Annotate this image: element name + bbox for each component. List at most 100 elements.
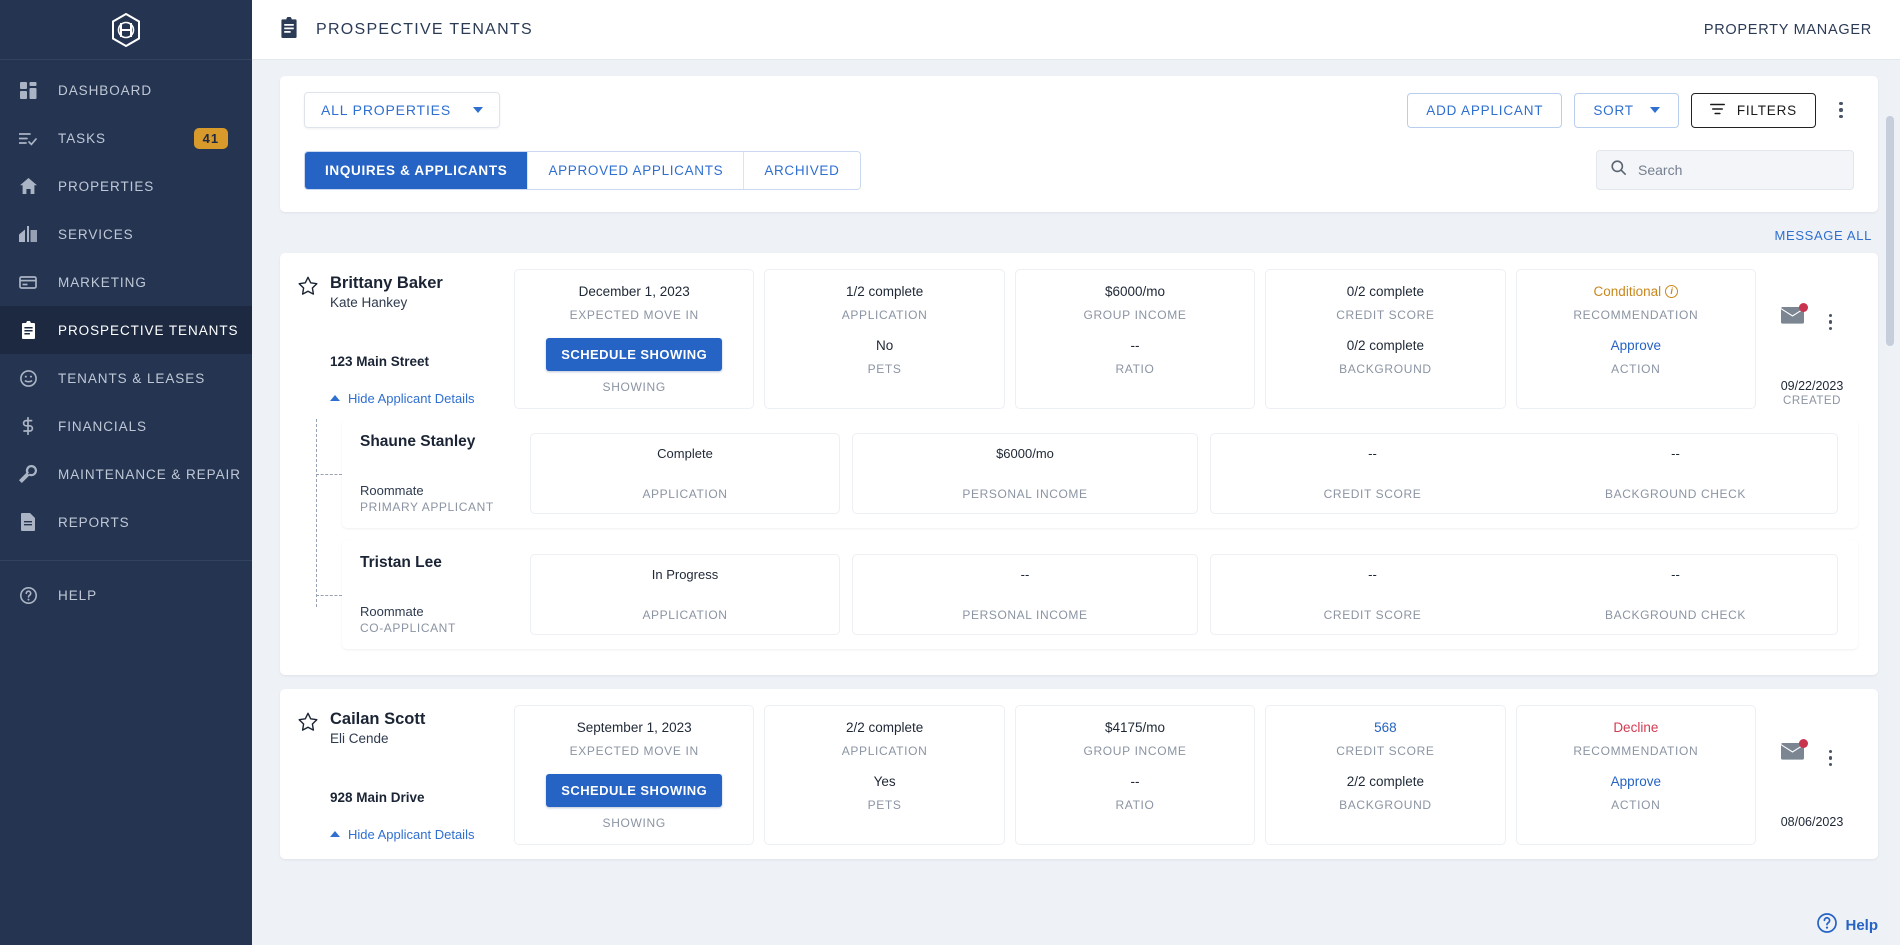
sidebar-item-label: PROPERTIES xyxy=(58,178,155,194)
toggle-applicant-details[interactable]: Hide Applicant Details xyxy=(330,391,504,406)
toggle-label: Hide Applicant Details xyxy=(348,826,475,842)
help-label: Help xyxy=(1845,916,1878,934)
toolbar-overflow-menu-icon[interactable] xyxy=(1828,95,1854,125)
sidebar-item-label: MARKETING xyxy=(58,274,147,290)
sidebar-item-label: REPORTS xyxy=(58,514,130,530)
expected-move-in-value: September 1, 2023 xyxy=(576,720,692,735)
applicant-identity: Cailan Scott Eli Cende 928 Main Drive Hi… xyxy=(298,705,504,845)
credit-score-value[interactable]: 568 xyxy=(1374,720,1397,735)
card-tail-icons xyxy=(1780,739,1844,773)
toggle-applicant-details[interactable]: Hide Applicant Details xyxy=(330,827,504,842)
roommate-income-label: PERSONAL INCOME xyxy=(962,487,1088,501)
envelope-icon[interactable] xyxy=(1780,303,1808,329)
action-label: ACTION xyxy=(1611,798,1661,812)
roommate-metrics: In Progress APPLICATION -- PERSONAL INCO… xyxy=(530,554,1838,635)
application-label: APPLICATION xyxy=(841,308,928,322)
tab-inquires-applicants[interactable]: INQUIRES & APPLICANTS xyxy=(305,151,529,189)
sidebar-item-marketing[interactable]: MARKETING xyxy=(0,258,252,306)
sidebar-divider xyxy=(0,560,252,561)
sort-button[interactable]: SORT xyxy=(1574,92,1679,128)
home-icon xyxy=(14,174,42,198)
question-circle-icon xyxy=(1817,913,1838,937)
recommendation-value-wrap: Conditional i xyxy=(1594,284,1679,299)
account-role-label[interactable]: PROPERTY MANAGER xyxy=(1704,22,1872,38)
applicant-metrics: December 1, 2023 EXPECTED MOVE IN SCHEDU… xyxy=(514,269,1757,409)
roommate-role: CO-APPLICANT xyxy=(360,621,456,635)
roommate-application-label: APPLICATION xyxy=(642,487,728,501)
property-filter-dropdown[interactable]: ALL PROPERTIES xyxy=(304,92,501,128)
roommate-name[interactable]: Tristan Lee xyxy=(360,554,520,572)
top-header-bar: PROSPECTIVE TENANTS PROPERTY MANAGER xyxy=(252,0,1900,60)
sidebar-item-tenants-leases[interactable]: TENANTS & LEASES xyxy=(0,354,252,402)
applicant-summary-row: Brittany Baker Kate Hankey 123 Main Stre… xyxy=(298,269,1858,409)
tabs-row: INQUIRES & APPLICANTS APPROVED APPLICANT… xyxy=(304,150,1854,190)
app-logo[interactable] xyxy=(0,0,252,60)
applicant-name[interactable]: Brittany Baker xyxy=(330,273,504,294)
applicant-overflow-menu-icon[interactable] xyxy=(1818,743,1844,773)
sidebar-item-label: SERVICES xyxy=(58,226,134,242)
schedule-showing-button[interactable]: SCHEDULE SHOWING xyxy=(546,774,723,807)
applicant-address: 928 Main Drive xyxy=(330,789,425,805)
sidebar-item-tasks[interactable]: TASKS 41 xyxy=(0,114,252,162)
roommate-credit-value: -- xyxy=(1368,567,1377,582)
background-label: BACKGROUND xyxy=(1339,798,1432,812)
approve-action-link[interactable]: Approve xyxy=(1611,774,1661,789)
info-icon[interactable]: i xyxy=(1665,285,1679,298)
application-value: 1/2 complete xyxy=(845,284,924,299)
metric-expected-move-in: September 1, 2023 EXPECTED MOVE IN SCHED… xyxy=(514,705,755,845)
pets-label: PETS xyxy=(867,362,902,376)
sidebar-item-dashboard[interactable]: DASHBOARD xyxy=(0,66,252,114)
search-icon xyxy=(1611,160,1626,180)
envelope-icon[interactable] xyxy=(1780,739,1808,765)
tab-archived[interactable]: ARCHIVED xyxy=(744,151,860,189)
sidebar-item-prospective-tenants[interactable]: PROSPECTIVE TENANTS xyxy=(0,306,252,354)
roommate-income-value: $6000/mo xyxy=(996,446,1054,461)
applicant-name[interactable]: Cailan Scott xyxy=(330,709,504,730)
content-scrollbar[interactable] xyxy=(1886,116,1894,346)
sidebar-item-services[interactable]: SERVICES xyxy=(0,210,252,258)
sidebar-item-help[interactable]: HELP xyxy=(0,571,252,619)
sidebar-item-properties[interactable]: PROPERTIES xyxy=(0,162,252,210)
applicant-agent: Eli Cende xyxy=(330,730,389,746)
tasks-icon xyxy=(14,126,42,150)
sidebar-item-maintenance-repair[interactable]: MAINTENANCE & REPAIR xyxy=(0,450,252,498)
tab-approved-applicants[interactable]: APPROVED APPLICANTS xyxy=(528,151,745,189)
applicant-overflow-menu-icon[interactable] xyxy=(1818,307,1844,337)
status-badge: Conditional i xyxy=(1594,284,1679,299)
search-container[interactable] xyxy=(1596,150,1854,190)
chevron-down-icon xyxy=(473,107,484,113)
help-floating-button[interactable]: Help xyxy=(1817,913,1878,937)
add-applicant-button[interactable]: ADD APPLICANT xyxy=(1407,92,1563,128)
schedule-showing-button[interactable]: SCHEDULE SHOWING xyxy=(546,338,723,371)
roommate-relation: Roommate xyxy=(360,483,424,498)
roommate-background-value: -- xyxy=(1671,446,1680,461)
star-outline-icon[interactable] xyxy=(298,273,320,409)
application-label: APPLICATION xyxy=(841,744,928,758)
roommate-credit-label: CREDIT SCORE xyxy=(1323,608,1422,622)
roommate-credit-label: CREDIT SCORE xyxy=(1323,487,1422,501)
search-input[interactable] xyxy=(1638,162,1839,178)
approve-action-link[interactable]: Approve xyxy=(1611,338,1661,353)
expected-move-in-label: EXPECTED MOVE IN xyxy=(569,744,699,758)
group-income-label: GROUP INCOME xyxy=(1083,308,1187,322)
clipboard-icon xyxy=(280,16,298,43)
sidebar-item-reports[interactable]: REPORTS xyxy=(0,498,252,546)
star-outline-icon[interactable] xyxy=(298,709,320,845)
credit-score-label: CREDIT SCORE xyxy=(1336,744,1435,758)
sidebar-item-financials[interactable]: FINANCIALS xyxy=(0,402,252,450)
applicant-agent: Kate Hankey xyxy=(330,294,408,310)
sidebar-item-label: FINANCIALS xyxy=(58,418,147,434)
recommendation-label: RECOMMENDATION xyxy=(1573,744,1699,758)
message-all-link[interactable]: MESSAGE ALL xyxy=(280,212,1878,253)
roommate-application-value: In Progress xyxy=(651,567,719,582)
app-root: DASHBOARD TASKS 41 PROPERTIES SERVICES M… xyxy=(0,0,1900,945)
content-scroll-area: ALL PROPERTIES ADD APPLICANT SORT FILTER… xyxy=(252,60,1900,945)
roommate-name[interactable]: Shaune Stanley xyxy=(360,433,520,451)
ratio-label: RATIO xyxy=(1115,362,1155,376)
metric-application: 2/2 complete APPLICATION Yes PETS xyxy=(764,705,1005,845)
ratio-value: -- xyxy=(1130,338,1140,353)
applicant-summary-row: Cailan Scott Eli Cende 928 Main Drive Hi… xyxy=(298,705,1858,845)
filters-button[interactable]: FILTERS xyxy=(1690,92,1816,128)
pets-value: Yes xyxy=(873,774,896,789)
toggle-label: Hide Applicant Details xyxy=(348,390,475,406)
